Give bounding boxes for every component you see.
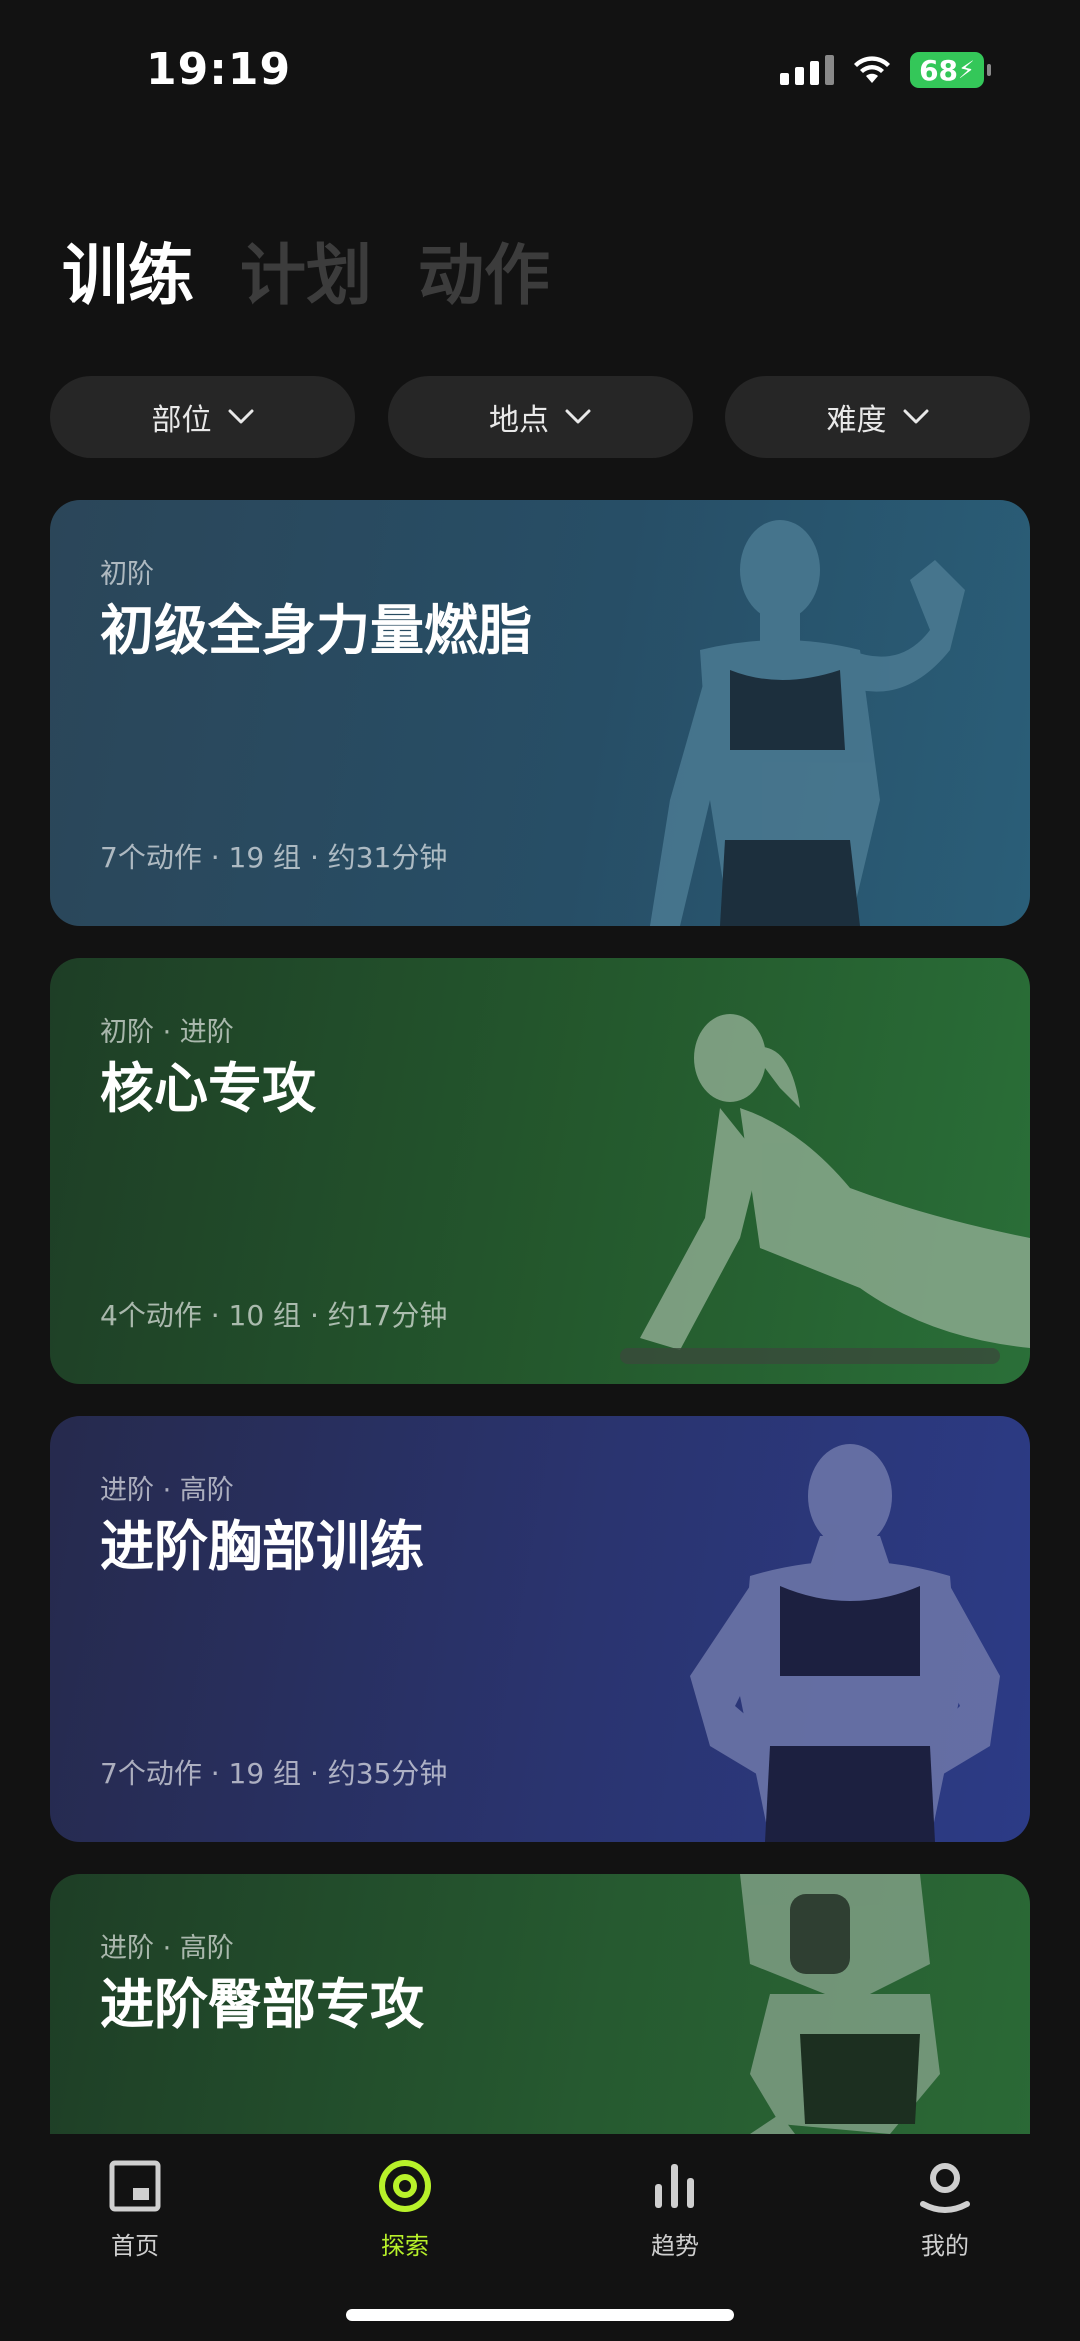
filter-label: 地点 [489, 403, 549, 438]
profile-icon [920, 2163, 970, 2213]
athlete-image [740, 1874, 940, 2134]
filter-label: 部位 [151, 403, 212, 438]
tab-training[interactable]: 训练 [62, 222, 194, 318]
filter-body-part[interactable]: 部位 [50, 376, 355, 458]
card-title: 进阶胸部训练 [100, 1515, 424, 1578]
top-tabs: 训练 计划 动作 [62, 222, 550, 318]
nav-profile[interactable]: 我的 [875, 2158, 1015, 2261]
nav-trends[interactable]: 趋势 [605, 2158, 745, 2261]
workout-card[interactable]: 初阶 · 进阶 核心专攻 4个动作 · 10 组 · 约17分钟 [50, 958, 1030, 1384]
home-indicator[interactable] [346, 2309, 734, 2321]
battery-level: 68 [919, 53, 959, 87]
nav-label: 我的 [921, 2232, 969, 2260]
card-meta: 7个动作 · 19 组 · 约31分钟 [100, 841, 448, 874]
filter-bar: 部位 地点 难度 [50, 376, 1030, 458]
athlete-image [620, 1014, 1030, 1364]
filter-difficulty[interactable]: 难度 [725, 376, 1030, 458]
chevron-down-icon [228, 409, 253, 424]
card-title: 进阶臀部专攻 [100, 1973, 424, 2036]
nav-label: 首页 [111, 2232, 159, 2260]
wifi-icon [854, 56, 890, 83]
nav-explore[interactable]: 探索 [335, 2158, 475, 2261]
card-level: 初阶 [100, 559, 154, 590]
chevron-down-icon [903, 409, 928, 424]
explore-icon [379, 2160, 431, 2212]
card-title: 初级全身力量燃脂 [100, 599, 532, 662]
filter-label: 难度 [826, 403, 887, 438]
tab-exercises[interactable]: 动作 [418, 222, 550, 318]
status-time: 19:19 [146, 44, 292, 95]
card-title: 核心专攻 [100, 1057, 316, 1120]
status-icons: 68 ⚡ [780, 52, 991, 88]
home-icon [109, 2160, 161, 2212]
signal-icon [780, 55, 834, 85]
athlete-image [690, 1444, 1000, 1842]
battery-icon: 68 ⚡ [910, 52, 991, 88]
chevron-down-icon [565, 409, 591, 424]
filter-location[interactable]: 地点 [387, 376, 693, 458]
workout-card[interactable]: 初阶 初级全身力量燃脂 7个动作 · 19 组 · 约31分钟 [50, 500, 1030, 926]
workout-card[interactable]: 进阶 · 高阶 进阶臀部专攻 [50, 1874, 1030, 2134]
card-level: 进阶 · 高阶 [100, 1475, 234, 1506]
card-meta: 4个动作 · 10 组 · 约17分钟 [100, 1299, 448, 1332]
nav-home[interactable]: 首页 [65, 2158, 205, 2261]
nav-label: 探索 [381, 2232, 429, 2260]
workout-card[interactable]: 进阶 · 高阶 进阶胸部训练 7个动作 · 19 组 · 约35分钟 [50, 1416, 1030, 1842]
card-level: 初阶 · 进阶 [100, 1017, 234, 1048]
card-meta: 7个动作 · 19 组 · 约35分钟 [100, 1757, 448, 1790]
nav-label: 趋势 [651, 2232, 699, 2260]
card-level: 进阶 · 高阶 [100, 1933, 234, 1964]
athlete-image [650, 520, 965, 926]
tab-plan[interactable]: 计划 [240, 222, 372, 318]
workout-list: 初阶 初级全身力量燃脂 7个动作 · 19 组 · 约31分钟 初阶 · 进阶 … [50, 500, 1030, 2134]
trends-icon [655, 2164, 694, 2208]
status-bar: 19:19 68 ⚡ [0, 0, 1080, 140]
